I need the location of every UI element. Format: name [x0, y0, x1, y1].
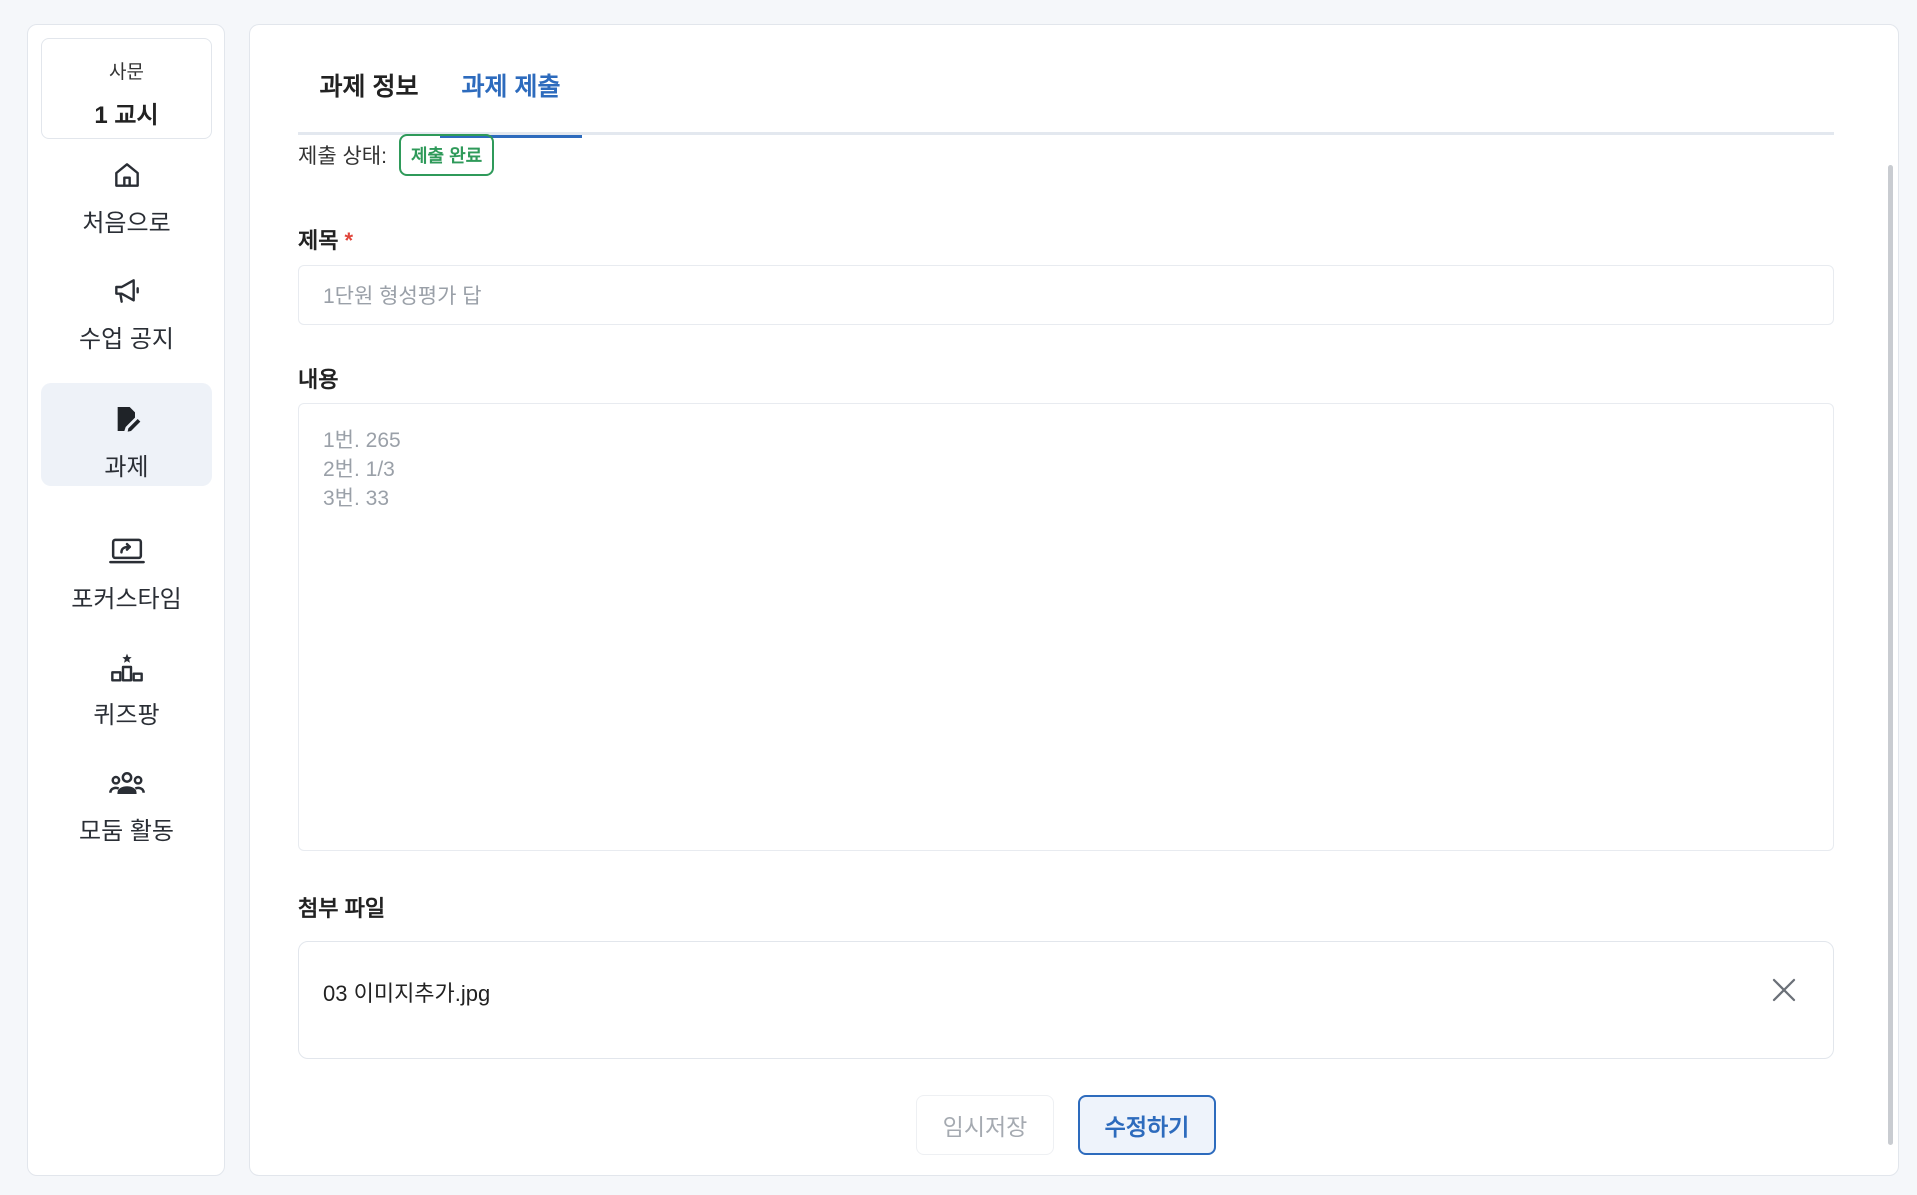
sidebar-item-label: 과제	[104, 454, 149, 481]
group-icon	[108, 765, 145, 801]
assignment-edit-icon	[109, 401, 145, 437]
attachment-box: 03 이미지추가.jpg	[298, 941, 1834, 1059]
sidebar-item-label: 처음으로	[82, 210, 171, 237]
home-icon	[109, 157, 145, 193]
podium-star-icon	[109, 649, 145, 685]
title-input[interactable]	[298, 265, 1834, 325]
class-period: 1 교시	[94, 102, 159, 129]
attachment-file-name: 03 이미지추가.jpg	[323, 981, 491, 1006]
tab-assignment-submit[interactable]: 과제 제출	[440, 55, 582, 138]
content-textarea[interactable]: 1번. 265 2번. 1/3 3번. 33	[298, 403, 1834, 851]
status-badge: 제출 완료	[398, 134, 495, 176]
sidebar-item-quiz[interactable]: 퀴즈팡	[41, 631, 212, 734]
title-label: 제목 *	[298, 223, 353, 255]
sidebar-item-home[interactable]: 처음으로	[41, 139, 212, 242]
megaphone-icon	[109, 273, 145, 309]
laptop-share-icon	[108, 533, 145, 569]
save-draft-button[interactable]: 임시저장	[916, 1095, 1054, 1155]
tab-assignment-info[interactable]: 과제 정보	[298, 55, 440, 135]
sidebar-item-group[interactable]: 모둠 활동	[41, 747, 212, 850]
sidebar-item-label: 수업 공지	[79, 326, 174, 353]
attachment-label: 첨부 파일	[298, 896, 386, 921]
scrollbar[interactable]	[1888, 165, 1893, 1145]
edit-submit-button[interactable]: 수정하기	[1078, 1095, 1216, 1155]
title-label-text: 제목	[298, 228, 339, 253]
main-panel: 과제 정보 과제 제출 제출 상태: 제출 완료 제목* 내용 1번. 265 …	[249, 24, 1899, 1176]
tab-bar: 과제 정보 과제 제출	[298, 55, 1834, 138]
sidebar-item-label: 포커스타임	[71, 586, 182, 613]
sidebar: 사문 1 교시 처음으로 수업 공지 과제 포커스타임 퀴즈팡 모둠 활동	[27, 24, 225, 1176]
sidebar-item-focustime[interactable]: 포커스타임	[41, 515, 212, 618]
required-mark: *	[344, 228, 354, 253]
content-label: 내용	[298, 367, 339, 392]
sidebar-item-notice[interactable]: 수업 공지	[41, 255, 212, 358]
status-label: 제출 상태:	[298, 145, 387, 168]
class-card[interactable]: 사문 1 교시	[41, 38, 212, 139]
close-icon[interactable]	[1769, 975, 1799, 1005]
sidebar-item-label: 퀴즈팡	[93, 702, 160, 729]
submission-status: 제출 상태: 제출 완료	[298, 134, 495, 176]
class-subject: 사문	[109, 62, 144, 83]
sidebar-item-label: 모둠 활동	[79, 818, 174, 845]
sidebar-item-assignment[interactable]: 과제	[41, 383, 212, 486]
